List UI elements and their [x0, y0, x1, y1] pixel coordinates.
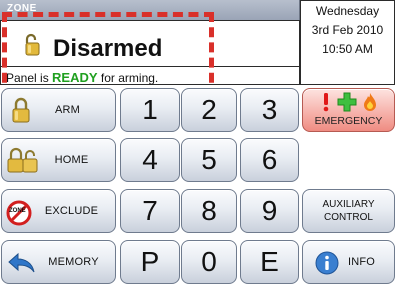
memory-label: MEMORY [48, 256, 99, 268]
info-label: INFO [347, 256, 376, 268]
time: 10:50 AM [322, 42, 373, 56]
digit-3-button[interactable]: 3 [240, 88, 299, 132]
info-icon [315, 251, 339, 280]
digit-6-button[interactable]: 6 [240, 138, 299, 182]
status-message: Panel is READY for arming. [6, 70, 158, 85]
auxiliary-label-line2: CONTROL [324, 212, 373, 223]
status-prefix: Panel is [6, 71, 49, 85]
digit-label: 4 [142, 144, 158, 175]
exclamation-icon [321, 92, 331, 117]
status-box: Disarmed Panel is READY for arming. [0, 20, 300, 85]
auxiliary-label-line1: AUXILIARY [322, 199, 375, 210]
status-divider [1, 66, 299, 67]
digit-label: P [140, 246, 160, 277]
medical-cross-icon [337, 92, 357, 117]
arm-label: ARM [54, 104, 81, 116]
auxiliary-control-button[interactable]: AUXILIARY CONTROL [302, 189, 395, 233]
keypad: ARM HOME ZONE EXCLUDE MEMORY 1 2 3 4 5 6… [0, 85, 395, 285]
info-button[interactable]: INFO [302, 240, 395, 284]
zone-bar: ZONE [0, 0, 300, 20]
digit-0-button[interactable]: 0 [181, 240, 237, 284]
digit-label: 7 [142, 195, 158, 226]
zone-exclude-icon [6, 200, 32, 229]
digit-label: 0 [201, 246, 217, 277]
digit-7-button[interactable]: 7 [120, 189, 180, 233]
padlock-icon [12, 97, 30, 126]
digit-label: 1 [142, 94, 158, 125]
home-label: HOME [54, 154, 89, 166]
exclude-button[interactable]: ZONE EXCLUDE [1, 189, 116, 233]
digit-label: 5 [201, 144, 217, 175]
digit-label: 6 [261, 144, 278, 175]
weekday: Wednesday [315, 4, 380, 18]
arm-button[interactable]: ARM [1, 88, 116, 132]
digit-4-button[interactable]: 4 [120, 138, 180, 182]
digit-5-button[interactable]: 5 [181, 138, 237, 182]
arm-status-title: Disarmed [53, 35, 163, 62]
digit-1-button[interactable]: 1 [120, 88, 180, 132]
zone-label: ZONE [7, 3, 37, 14]
status-suffix: for arming. [100, 71, 159, 85]
digit-label: 3 [261, 94, 278, 125]
program-button[interactable]: P [120, 240, 180, 284]
enter-button[interactable]: E [240, 240, 299, 284]
digit-label: E [260, 246, 279, 277]
lock-open-icon [24, 33, 42, 62]
datetime-panel: Wednesday 3rd Feb 2010 10:50 AM [300, 0, 395, 85]
digit-2-button[interactable]: 2 [181, 88, 237, 132]
ready-indicator: READY [52, 70, 98, 85]
padlock-pair-icon [7, 147, 39, 176]
digit-label: 2 [201, 94, 217, 125]
emergency-button[interactable]: EMERGENCY [302, 88, 395, 132]
emergency-icons [303, 92, 394, 117]
digit-label: 9 [261, 195, 278, 226]
digit-8-button[interactable]: 8 [181, 189, 237, 233]
memory-button[interactable]: MEMORY [1, 240, 116, 284]
exclude-label: EXCLUDE [44, 205, 99, 217]
fire-icon [363, 92, 377, 117]
home-button[interactable]: HOME [1, 138, 116, 182]
digit-label: 8 [201, 195, 217, 226]
auxiliary-control-label: AUXILIARY CONTROL [322, 198, 374, 224]
zone-icon-text: ZONE [9, 208, 26, 214]
status-panel: ZONE Disarmed Panel is READY for arming.… [0, 0, 395, 98]
emergency-label: EMERGENCY [314, 115, 383, 127]
date: 3rd Feb 2010 [311, 23, 384, 37]
back-arrow-icon [8, 252, 36, 277]
digit-9-button[interactable]: 9 [240, 189, 299, 233]
